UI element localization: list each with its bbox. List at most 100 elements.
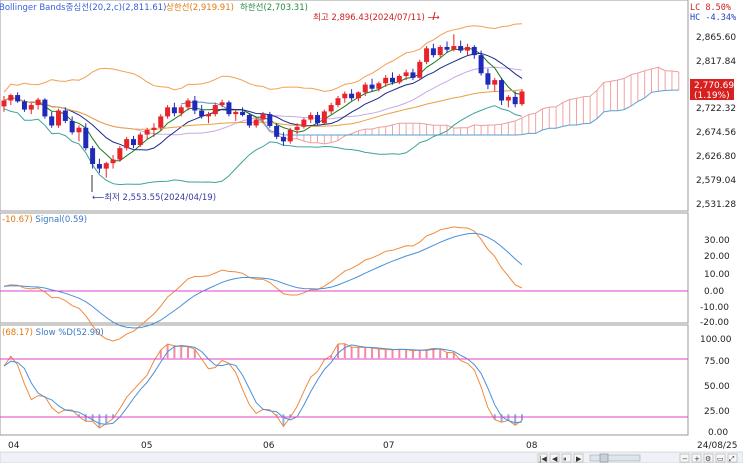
candle-body [308,115,314,120]
stoch-tick: 0.00 [708,428,728,438]
candle-body [1,100,7,107]
candle-body [260,114,266,120]
price-y-axis: 2,865.60 2,817.84 2,722.32 2,674.56 2,62… [696,33,736,210]
macd-tick: 30.00 [704,236,730,246]
candle-body [471,46,477,56]
candle-body [355,92,361,99]
candle-body [499,80,505,101]
candle-body [117,148,123,160]
bb-legend: Bollinger Bands중심선(20,2,c)(2,811.61) [0,2,166,13]
candle-body [8,95,14,101]
candle-body [492,80,498,85]
macd-tick: 20.00 [704,252,730,262]
candle-body [205,114,211,117]
candle-body [199,110,205,117]
candle-body [444,46,450,50]
macd-panel-frame [0,212,689,324]
candle-body [62,110,68,121]
stoch-legend: (68.17) Slow %D(52.90) [2,328,104,338]
candle-body [342,93,348,99]
candle-body [396,76,402,83]
candle-body [294,126,300,131]
candle-body [131,139,136,145]
stoch-tick: 100.00 [700,335,732,345]
nav-prev-button[interactable]: ◀ [549,453,560,463]
candle-body [144,130,150,135]
candle-body [226,102,232,115]
candle-body [349,93,355,99]
zoom-out-button[interactable]: − [679,453,690,463]
candle-body [390,77,395,83]
macd-tick: -10.00 [700,303,729,313]
candle-body [512,96,518,105]
zoom-slider[interactable] [589,453,641,463]
fit-button[interactable]: ▭ [715,453,726,463]
x-tick: 04 [8,441,20,451]
stoch-y-axis: 100.00 75.00 50.00 25.00 0.00 [700,335,732,438]
svg-text:⏸: ⏸ [563,455,567,463]
price-tick: 2,722.32 [696,104,736,114]
candle-body [376,83,382,89]
candle-body [165,107,171,117]
price-tick: 2,865.60 [696,33,736,43]
candle-body [240,111,246,116]
nav-pause-button[interactable]: ⏸ [561,453,572,463]
x-axis: 04 05 06 07 08 24/08/25 [8,441,737,451]
current-price: 2,770.69 [694,81,734,91]
lower-band-legend: 하한선(2,703.31) [240,2,308,13]
candle-body [96,164,102,169]
candle-body [301,119,307,127]
hc-stat: HC -4.34% [690,13,736,23]
candle-body [451,46,457,50]
candle-body [76,127,82,133]
x-tick: 07 [383,441,394,451]
candle-body [464,46,470,51]
price-tick: 2,626.80 [696,152,736,162]
svg-text:⤢: ⤢ [729,455,735,463]
macd-tick: -20.00 [700,318,729,328]
nav-next-button[interactable]: ▶ [573,453,584,463]
candle-body [315,115,321,124]
candle-body [56,110,62,126]
candle-body [69,120,75,133]
x-tick: 08 [526,441,538,451]
candle-body [110,159,116,164]
candle-body [478,55,484,74]
candle-body [410,72,416,78]
candle-body [137,134,143,145]
candle-body [233,111,239,115]
candle-body [103,163,109,169]
candle-body [42,99,48,117]
stoch-tick: 25.00 [704,407,730,417]
candle-body [219,102,225,106]
candle-body [274,125,280,137]
candle-body [83,127,89,149]
candle-body [49,116,55,126]
settings-icon[interactable]: ⚙ [703,453,714,463]
expand-button[interactable]: ⤢ [727,453,738,463]
candle-body [403,72,409,77]
svg-text:+: + [694,455,700,463]
candle-body [383,77,389,84]
macd-tick: 0.00 [704,287,724,297]
candle-body [505,96,511,101]
candle-body [328,105,334,112]
low-annotation: ⟵최저 2,553.55(2024/04/19) [92,192,216,203]
stoch-tick: 50.00 [704,382,730,392]
candle-body [458,46,464,51]
candle-body [485,73,491,85]
candle-body [335,98,341,106]
zoom-in-button[interactable]: + [691,453,702,463]
candle-body [287,130,293,142]
candle-body [21,101,27,110]
candle-body [362,84,368,93]
nav-first-button[interactable]: |◀ [537,453,547,463]
high-annotation: 최고 2,896.43(2024/07/11) ⟶ [313,12,440,23]
candle-body [90,148,96,165]
candle-body [437,46,443,56]
x-tick: 05 [141,441,152,451]
lc-stat: LC 8.50% [690,3,731,13]
svg-text:▶: ▶ [576,455,582,463]
svg-text:⚙: ⚙ [705,455,711,463]
candle-body [35,99,41,106]
